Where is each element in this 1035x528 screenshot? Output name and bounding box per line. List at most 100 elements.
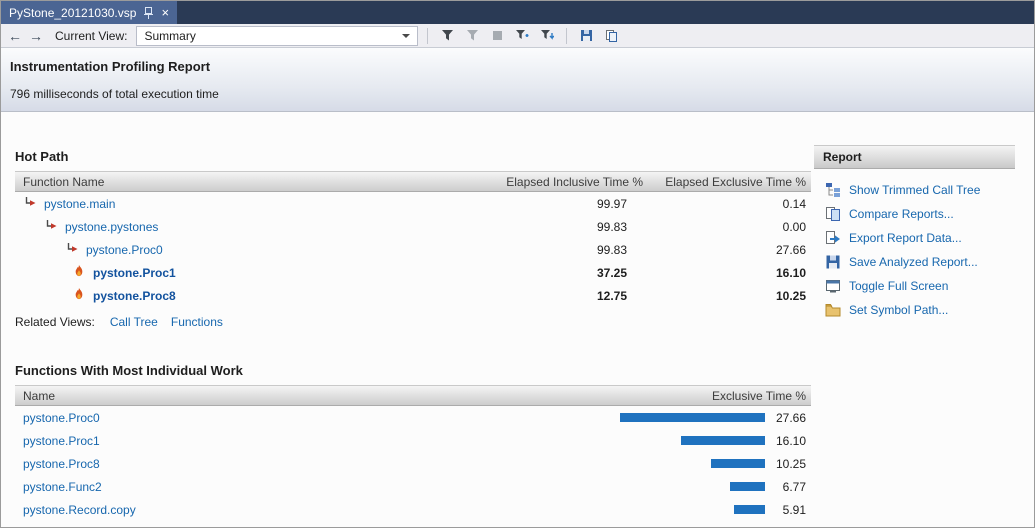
report-panel: Report Show Trimmed Call Tree Compare Re… [814, 145, 1015, 322]
show-filter-button[interactable] [437, 26, 457, 46]
inclusive-value: 99.83 [596, 242, 627, 257]
column-inclusive-time: Elapsed Inclusive Time % [506, 174, 643, 189]
tab-bar: PyStone_20121030.vsp × [1, 1, 1034, 24]
total-time-text: 796 milliseconds of total execution time [10, 87, 219, 101]
hot-path-branch-icon [45, 219, 58, 235]
exclusive-time-bar [711, 459, 765, 468]
hot-path-branch-icon [66, 242, 79, 258]
dropdown-caret-icon [402, 33, 411, 38]
exclusive-value: 27.66 [775, 242, 806, 257]
report-action-save-analyzed-report[interactable]: Save Analyzed Report... [814, 250, 1015, 274]
report-summary-header: Instrumentation Profiling Report 796 mil… [1, 48, 1034, 112]
hot-path-row[interactable]: pystone.Proc0 99.83 27.66 [15, 238, 811, 261]
function-link[interactable]: pystone.pystones [65, 220, 158, 234]
hot-path-title: Hot Path [15, 149, 69, 164]
exclusive-value: 10.25 [775, 288, 806, 303]
report-action-toggle-full-screen[interactable]: Toggle Full Screen [814, 274, 1015, 298]
report-action-show-trimmed-call-tree[interactable]: Show Trimmed Call Tree [814, 178, 1015, 202]
function-link[interactable]: pystone.Proc1 [23, 434, 100, 448]
function-link[interactable]: pystone.Proc0 [23, 411, 100, 425]
related-link-call-tree[interactable]: Call Tree [110, 315, 158, 329]
document-tab[interactable]: PyStone_20121030.vsp × [1, 1, 178, 24]
save-icon [580, 30, 592, 41]
function-link[interactable]: pystone.main [44, 197, 115, 211]
save-report-icon [826, 255, 840, 269]
function-link[interactable]: pystone.Func2 [23, 480, 102, 494]
filter-add-icon [516, 30, 529, 39]
report-action-label: Save Analyzed Report... [849, 255, 978, 269]
hot-path-row[interactable]: pystone.main 99.97 0.14 [15, 192, 811, 215]
apply-filter-button[interactable] [537, 26, 557, 46]
full-screen-icon [826, 280, 840, 293]
hot-path-row[interactable]: pystone.pystones 99.83 0.00 [15, 215, 811, 238]
copy-icon [605, 30, 617, 42]
related-link-functions[interactable]: Functions [171, 315, 223, 329]
function-link[interactable]: pystone.Record.copy [23, 503, 136, 517]
flame-icon [72, 287, 86, 304]
exclusive-value: 0.00 [782, 219, 806, 234]
trimmed-call-tree-icon [826, 183, 840, 197]
exclusive-time-bar [734, 505, 765, 514]
hot-path-branch-icon [24, 196, 37, 212]
exclusive-time-bar [619, 413, 765, 422]
function-link[interactable]: pystone.Proc8 [23, 457, 100, 471]
exclusive-value: 6.77 [782, 479, 806, 494]
column-function-name: Function Name [23, 174, 105, 189]
report-action-label: Set Symbol Path... [849, 303, 949, 317]
clear-filter-button[interactable] [462, 26, 482, 46]
tab-title: PyStone_20121030.vsp [9, 5, 137, 20]
save-button[interactable] [576, 26, 596, 46]
function-work-row[interactable]: pystone.Proc0 27.66 [15, 406, 811, 429]
function-work-row[interactable]: pystone.Record.copy 5.91 [15, 498, 811, 521]
add-filter-button[interactable] [512, 26, 532, 46]
copy-button[interactable] [601, 26, 621, 46]
report-panel-body: Show Trimmed Call Tree Compare Reports..… [814, 169, 1015, 322]
exclusive-value: 10.25 [775, 456, 806, 471]
report-action-export-report-data[interactable]: Export Report Data... [814, 226, 1015, 250]
hot-path-header-row: Function Name Elapsed Inclusive Time % E… [15, 171, 811, 192]
flame-icon [72, 264, 86, 281]
main-column: Hot Path Function Name Elapsed Inclusive… [15, 149, 811, 521]
exclusive-value: 16.10 [775, 433, 806, 448]
inclusive-value: 37.25 [596, 265, 627, 280]
function-link[interactable]: pystone.Proc8 [93, 289, 176, 303]
pin-icon[interactable] [144, 6, 154, 19]
close-icon[interactable]: × [161, 6, 169, 19]
functions-header-row: Name Exclusive Time % [15, 385, 811, 406]
report-action-label: Show Trimmed Call Tree [849, 183, 981, 197]
function-link[interactable]: pystone.Proc0 [86, 243, 163, 257]
forward-button[interactable]: → [28, 28, 44, 44]
exclusive-time-bar [729, 482, 765, 491]
filter-apply-icon [541, 30, 555, 40]
function-work-row[interactable]: pystone.Func2 6.77 [15, 475, 811, 498]
exclusive-value: 27.66 [775, 410, 806, 425]
view-dropdown-value: Summary [144, 28, 196, 43]
toolbar-separator [427, 27, 429, 44]
view-dropdown[interactable]: Summary [136, 25, 419, 46]
report-action-compare-reports[interactable]: Compare Reports... [814, 202, 1015, 226]
report-action-label: Export Report Data... [849, 231, 962, 245]
toolbar-separator [566, 27, 568, 44]
related-views-label: Related Views: [15, 314, 95, 329]
filter-icon [441, 30, 453, 41]
function-link[interactable]: pystone.Proc1 [93, 266, 176, 280]
report-panel-title: Report [814, 145, 1015, 169]
back-button[interactable]: ← [7, 28, 23, 44]
inclusive-value: 99.97 [596, 196, 627, 211]
hot-path-row[interactable]: pystone.Proc1 37.25 16.10 [15, 261, 811, 284]
profiler-window: PyStone_20121030.vsp × ← → Current View:… [0, 0, 1035, 528]
function-work-row[interactable]: pystone.Proc1 16.10 [15, 429, 811, 452]
related-views: Related Views: Call Tree Functions [15, 314, 811, 329]
inclusive-value: 12.75 [596, 288, 627, 303]
functions-most-work-title: Functions With Most Individual Work [15, 363, 243, 378]
exclusive-value: 5.91 [782, 502, 806, 517]
column-exclusive-time: Exclusive Time % [711, 388, 806, 403]
report-action-set-symbol-path[interactable]: Set Symbol Path... [814, 298, 1015, 322]
hot-path-row[interactable]: pystone.Proc8 12.75 10.25 [15, 284, 811, 307]
function-work-row[interactable]: pystone.Proc8 10.25 [15, 452, 811, 475]
column-name: Name [23, 388, 56, 403]
current-view-label: Current View: [55, 28, 128, 43]
exclusive-value: 0.14 [782, 196, 806, 211]
stop-button[interactable] [487, 26, 507, 46]
report-action-label: Compare Reports... [849, 207, 954, 221]
